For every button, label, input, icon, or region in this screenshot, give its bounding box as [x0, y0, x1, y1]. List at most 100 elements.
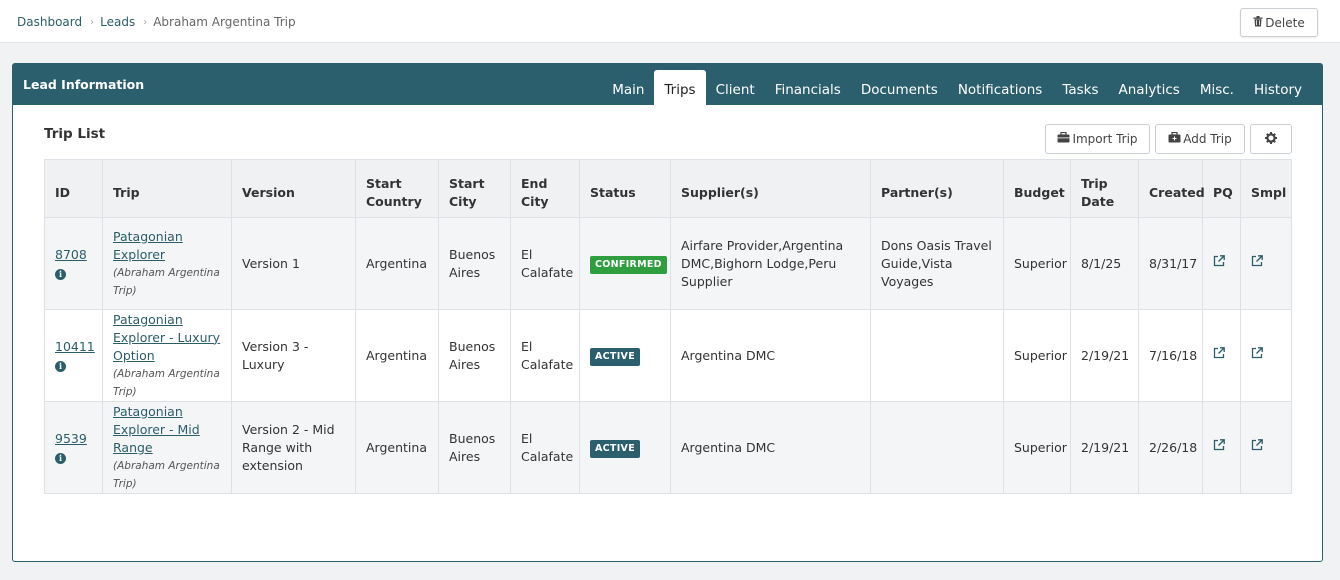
trip-subtitle: (Abraham Argentina Trip)	[113, 266, 220, 297]
tab-documents[interactable]: Documents	[851, 70, 948, 105]
cell-trip-date: 8/1/25	[1070, 217, 1139, 310]
column-header-trip-date[interactable]: Trip Date	[1070, 159, 1139, 218]
cell-partners: Dons Oasis Travel Guide,Vista Voyages	[870, 217, 1004, 310]
cell-trip-date: 2/19/21	[1070, 309, 1139, 402]
panel-header: Lead Information Main Trips Client Finan…	[13, 64, 1322, 105]
column-header-start-country[interactable]: Start Country	[355, 159, 439, 218]
cell-budget: Superior	[1003, 401, 1071, 494]
cell-created: 2/26/18	[1138, 401, 1203, 494]
external-link-icon[interactable]	[1213, 255, 1225, 273]
cell-version: Version 1	[231, 217, 356, 310]
cell-trip: Patagonian Explorer (Abraham Argentina Tr…	[102, 217, 232, 310]
tab-notifications[interactable]: Notifications	[948, 70, 1053, 105]
cell-smpl	[1240, 401, 1292, 494]
column-header-budget[interactable]: Budget	[1003, 159, 1071, 218]
breadcrumb-leads[interactable]: Leads	[100, 15, 135, 29]
cell-smpl	[1240, 309, 1292, 402]
breadcrumb-separator: ›	[90, 16, 95, 28]
cell-start-city: Buenos Aires	[438, 217, 511, 310]
column-header-smpl[interactable]: Smpl	[1240, 159, 1292, 218]
breadcrumb: Dashboard › Leads › Abraham Argentina Tr…	[17, 15, 296, 29]
cell-pq	[1202, 401, 1241, 494]
import-trip-label: Import Trip	[1072, 132, 1138, 146]
top-bar: Dashboard › Leads › Abraham Argentina Tr…	[0, 0, 1340, 43]
settings-button[interactable]	[1250, 124, 1292, 154]
cell-version: Version 2 - Mid Range with extension	[231, 401, 356, 494]
cell-pq	[1202, 309, 1241, 402]
column-header-created[interactable]: Created	[1138, 159, 1205, 218]
external-link-icon[interactable]	[1251, 347, 1263, 365]
delete-button[interactable]: Delete	[1240, 8, 1318, 37]
cell-trip: Patagonian Explorer - Mid Range (Abraham …	[102, 401, 232, 494]
column-header-partners[interactable]: Partner(s)	[870, 159, 1004, 218]
cell-suppliers: Argentina DMC	[670, 309, 871, 402]
breadcrumb-separator: ›	[143, 16, 148, 28]
trip-id-link[interactable]: 10411	[55, 339, 95, 354]
cell-created: 7/16/18	[1138, 309, 1203, 402]
trip-id-link[interactable]: 9539	[55, 431, 87, 446]
column-header-start-city[interactable]: Start City	[438, 159, 511, 218]
external-link-icon[interactable]	[1213, 347, 1225, 365]
external-link-icon[interactable]	[1251, 255, 1263, 273]
column-header-status[interactable]: Status	[579, 159, 671, 218]
briefcase-icon	[1057, 131, 1070, 146]
briefcase-plus-icon	[1168, 131, 1181, 146]
status-badge: ACTIVE	[590, 347, 640, 366]
trip-subtitle: (Abraham Argentina Trip)	[113, 459, 220, 490]
trip-name-link[interactable]: Patagonian Explorer	[113, 229, 183, 262]
tab-bar: Main Trips Client Financials Documents N…	[602, 70, 1312, 105]
lead-information-panel: Lead Information Main Trips Client Finan…	[12, 63, 1323, 562]
cell-status: ACTIVE	[579, 401, 671, 494]
cell-id: 9539 i	[44, 401, 103, 494]
trip-name-link[interactable]: Patagonian Explorer - Luxury Option	[113, 312, 220, 363]
external-link-icon[interactable]	[1251, 439, 1263, 457]
cell-start-city: Buenos Aires	[438, 401, 511, 494]
column-header-trip[interactable]: Trip	[102, 159, 232, 218]
cell-start-country: Argentina	[355, 401, 439, 494]
delete-label: Delete	[1265, 15, 1305, 30]
tab-financials[interactable]: Financials	[765, 70, 851, 105]
external-link-icon[interactable]	[1213, 439, 1225, 457]
tab-misc[interactable]: Misc.	[1190, 70, 1244, 105]
cell-start-city: Buenos Aires	[438, 309, 511, 402]
tab-trips[interactable]: Trips	[654, 70, 706, 105]
cell-budget: Superior	[1003, 217, 1071, 310]
status-badge: ACTIVE	[590, 439, 640, 458]
status-badge: CONFIRMED	[590, 255, 667, 274]
tab-history[interactable]: History	[1244, 70, 1312, 105]
tab-analytics[interactable]: Analytics	[1109, 70, 1190, 105]
cell-end-city: El Calafate	[510, 217, 580, 310]
column-header-end-city[interactable]: End City	[510, 159, 580, 218]
column-header-pq[interactable]: PQ	[1202, 159, 1241, 218]
breadcrumb-dashboard[interactable]: Dashboard	[17, 15, 82, 29]
trip-list-title: Trip List	[44, 126, 106, 142]
info-icon[interactable]: i	[55, 268, 66, 280]
cell-partners	[870, 309, 1004, 402]
trip-id-link[interactable]: 8708	[55, 247, 87, 262]
import-trip-button[interactable]: Import Trip	[1045, 124, 1150, 154]
cell-version: Version 3 - Luxury	[231, 309, 356, 402]
table-row: 9539 i Patagonian Explorer - Mid Range (Ab…	[44, 401, 1292, 494]
tab-client[interactable]: Client	[706, 70, 765, 105]
tab-tasks[interactable]: Tasks	[1052, 70, 1108, 105]
cell-pq	[1202, 217, 1241, 310]
cell-suppliers: Airfare Provider,Argentina DMC,Bighorn L…	[670, 217, 871, 310]
column-header-suppliers[interactable]: Supplier(s)	[670, 159, 871, 218]
cell-status: CONFIRMED	[579, 217, 671, 310]
cell-end-city: El Calafate	[510, 309, 580, 402]
cell-id: 10411 i	[44, 309, 103, 402]
cell-partners	[870, 401, 1004, 494]
column-header-id[interactable]: ID	[44, 159, 103, 218]
cell-trip: Patagonian Explorer - Luxury Option (Abra…	[102, 309, 232, 402]
column-header-version[interactable]: Version	[231, 159, 356, 218]
panel-title: Lead Information	[23, 77, 145, 92]
info-icon[interactable]: i	[55, 452, 66, 464]
cell-end-city: El Calafate	[510, 401, 580, 494]
trip-name-link[interactable]: Patagonian Explorer - Mid Range	[113, 404, 200, 455]
add-trip-button[interactable]: Add Trip	[1155, 124, 1245, 154]
info-icon[interactable]: i	[55, 360, 66, 372]
cell-start-country: Argentina	[355, 309, 439, 402]
tab-main[interactable]: Main	[602, 70, 654, 105]
trip-list-toolbar: Import Trip Add Trip	[1045, 124, 1292, 154]
table-row: 8708 i Patagonian Explorer (Abraham Argent…	[44, 217, 1292, 310]
